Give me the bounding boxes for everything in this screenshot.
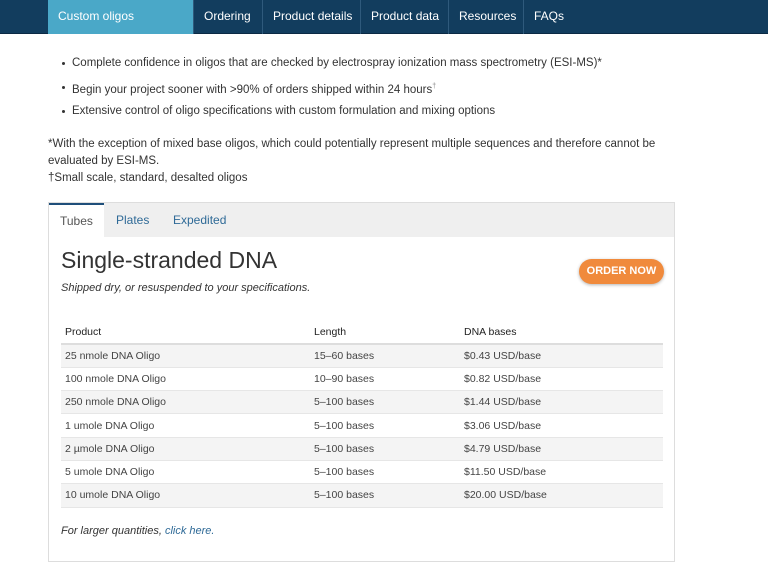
tab-expedited[interactable]: Expedited bbox=[162, 203, 237, 237]
column-header: DNA bases bbox=[460, 321, 663, 345]
table-row: 25 nmole DNA Oligo 15–60 bases $0.43 USD/b… bbox=[61, 344, 663, 368]
nav-product-details[interactable]: Product details bbox=[262, 0, 362, 34]
nav-ordering[interactable]: Ordering bbox=[193, 0, 261, 34]
length-cell: 5–100 bases bbox=[310, 483, 460, 508]
feature-item: Begin your project sooner with >90% of o… bbox=[62, 78, 602, 102]
caret-down-icon bbox=[110, 46, 119, 51]
length-cell: 5–100 bases bbox=[310, 437, 460, 461]
tab-tubes[interactable]: Tubes bbox=[49, 203, 104, 237]
length-cell: 5–100 bases bbox=[310, 413, 460, 438]
product-cell: 250 nmole DNA Oligo bbox=[61, 390, 310, 415]
footnote-esi: *With the exception of mixed base oligos… bbox=[48, 138, 656, 167]
feature-item: Extensive control of oligo specification… bbox=[62, 102, 602, 126]
price-cell: $4.79 USD/base bbox=[460, 437, 663, 461]
product-cell: 100 nmole DNA Oligo bbox=[61, 367, 310, 392]
table-header-row: Product Length DNA bases bbox=[61, 321, 663, 345]
product-cell: 25 nmole DNA Oligo bbox=[61, 344, 310, 368]
table-row: 100 nmole DNA Oligo 10–90 bases $0.82 USD/… bbox=[61, 367, 663, 392]
table-row: 5 umole DNA Oligo 5–100 bases $11.50 USD/b… bbox=[61, 460, 663, 485]
length-cell: 15–60 bases bbox=[310, 344, 460, 368]
order-now-button[interactable]: ORDER NOW bbox=[579, 259, 664, 284]
pricing-table: Product Length DNA bases 25 nmole DNA Ol… bbox=[61, 321, 663, 508]
table-row: 1 umole DNA Oligo 5–100 bases $3.06 USD/ba… bbox=[61, 413, 663, 438]
product-cell: 10 umole DNA Oligo bbox=[61, 483, 310, 508]
feature-list: Complete confidence in oligos that are c… bbox=[62, 54, 602, 126]
feature-item: Complete confidence in oligos that are c… bbox=[62, 54, 602, 78]
length-cell: 10–90 bases bbox=[310, 367, 460, 392]
section-subtitle: Shipped dry, or resuspended to your spec… bbox=[61, 282, 311, 294]
length-cell: 5–100 bases bbox=[310, 390, 460, 415]
product-cell: 2 µmole DNA Oligo bbox=[61, 437, 310, 461]
tab-bar: Tubes Plates Expedited bbox=[49, 203, 674, 237]
length-cell: 5–100 bases bbox=[310, 460, 460, 485]
footnote-mark: † bbox=[432, 83, 437, 90]
nav-label: Custom oligos products bbox=[58, 9, 135, 56]
column-header: Product bbox=[61, 321, 310, 345]
nav-product-data[interactable]: Product data bbox=[360, 0, 449, 34]
price-cell: $0.43 USD/base bbox=[460, 344, 663, 368]
table-row: 10 umole DNA Oligo 5–100 bases $20.00 USD/… bbox=[61, 483, 663, 508]
footnotes: *With the exception of mixed base oligos… bbox=[48, 136, 688, 187]
tab-plates[interactable]: Plates bbox=[105, 203, 160, 237]
feature-text: Complete confidence in oligos that are c… bbox=[72, 57, 602, 69]
nav-faqs[interactable]: FAQs bbox=[523, 0, 574, 34]
feature-text: Begin your project sooner with >90% of o… bbox=[72, 83, 433, 96]
product-panel: Tubes Plates Expedited Single-stranded D… bbox=[48, 202, 675, 562]
table-row: 250 nmole DNA Oligo 5–100 bases $1.44 USD/… bbox=[61, 390, 663, 415]
click-here-link[interactable]: click here. bbox=[165, 525, 215, 537]
price-cell: $1.44 USD/base bbox=[460, 390, 663, 415]
footer-text: For larger quantities, bbox=[61, 525, 165, 537]
larger-quantities-note: For larger quantities, click here. bbox=[61, 525, 214, 537]
price-cell: $11.50 USD/base bbox=[460, 460, 663, 485]
top-nav: Custom oligos products Ordering Product … bbox=[0, 0, 768, 56]
feature-text: Extensive control of oligo specification… bbox=[72, 105, 496, 117]
price-cell: $20.00 USD/base bbox=[460, 483, 663, 508]
nav-custom-oligos-products[interactable]: Custom oligos products bbox=[48, 0, 193, 56]
price-cell: $0.82 USD/base bbox=[460, 367, 663, 392]
section-title: Single-stranded DNA bbox=[61, 247, 278, 273]
product-cell: 5 umole DNA Oligo bbox=[61, 460, 310, 485]
product-cell: 1 umole DNA Oligo bbox=[61, 413, 310, 438]
nav-resources[interactable]: Resources bbox=[448, 0, 526, 34]
table-row: 2 µmole DNA Oligo 5–100 bases $4.79 USD/ba… bbox=[61, 437, 663, 461]
column-header: Length bbox=[310, 321, 460, 345]
price-cell: $3.06 USD/base bbox=[460, 413, 663, 438]
footnote-small-scale: †Small scale, standard, desalted oligos bbox=[48, 172, 248, 184]
